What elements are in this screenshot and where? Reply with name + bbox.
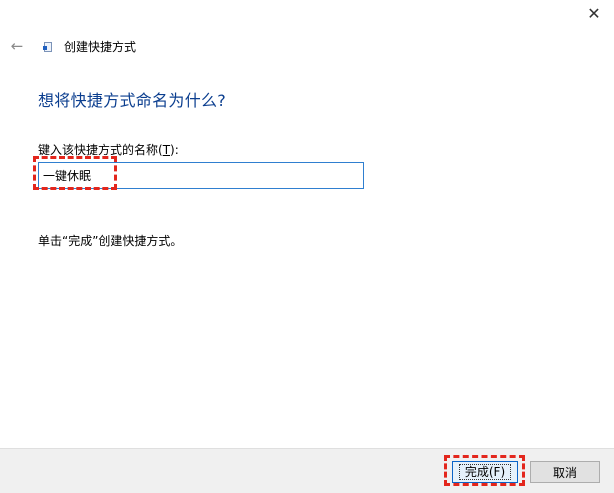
instruction-text: 单击“完成”创建快捷方式。 bbox=[38, 234, 183, 248]
page-heading: 想将快捷方式命名为什么? bbox=[38, 91, 227, 110]
back-button[interactable]: ← bbox=[8, 37, 26, 55]
finish-button[interactable]: 完成(F) bbox=[452, 461, 518, 483]
wizard-footer: 完成(F) 取消 bbox=[0, 448, 614, 493]
accelerator-key: T bbox=[162, 143, 171, 157]
finish-button-label: 完成(F) bbox=[458, 464, 512, 480]
close-icon: ✕ bbox=[587, 4, 601, 23]
shortcut-icon bbox=[42, 41, 52, 52]
name-field-label: 键入该快捷方式的名称(T): bbox=[38, 143, 179, 157]
cancel-button[interactable]: 取消 bbox=[530, 461, 600, 483]
wizard-title: 创建快捷方式 bbox=[64, 39, 137, 54]
shortcut-name-input[interactable] bbox=[38, 162, 364, 189]
back-arrow-icon: ← bbox=[10, 37, 24, 55]
wizard-header: ← 创建快捷方式 bbox=[8, 34, 136, 58]
close-button[interactable]: ✕ bbox=[584, 4, 604, 24]
